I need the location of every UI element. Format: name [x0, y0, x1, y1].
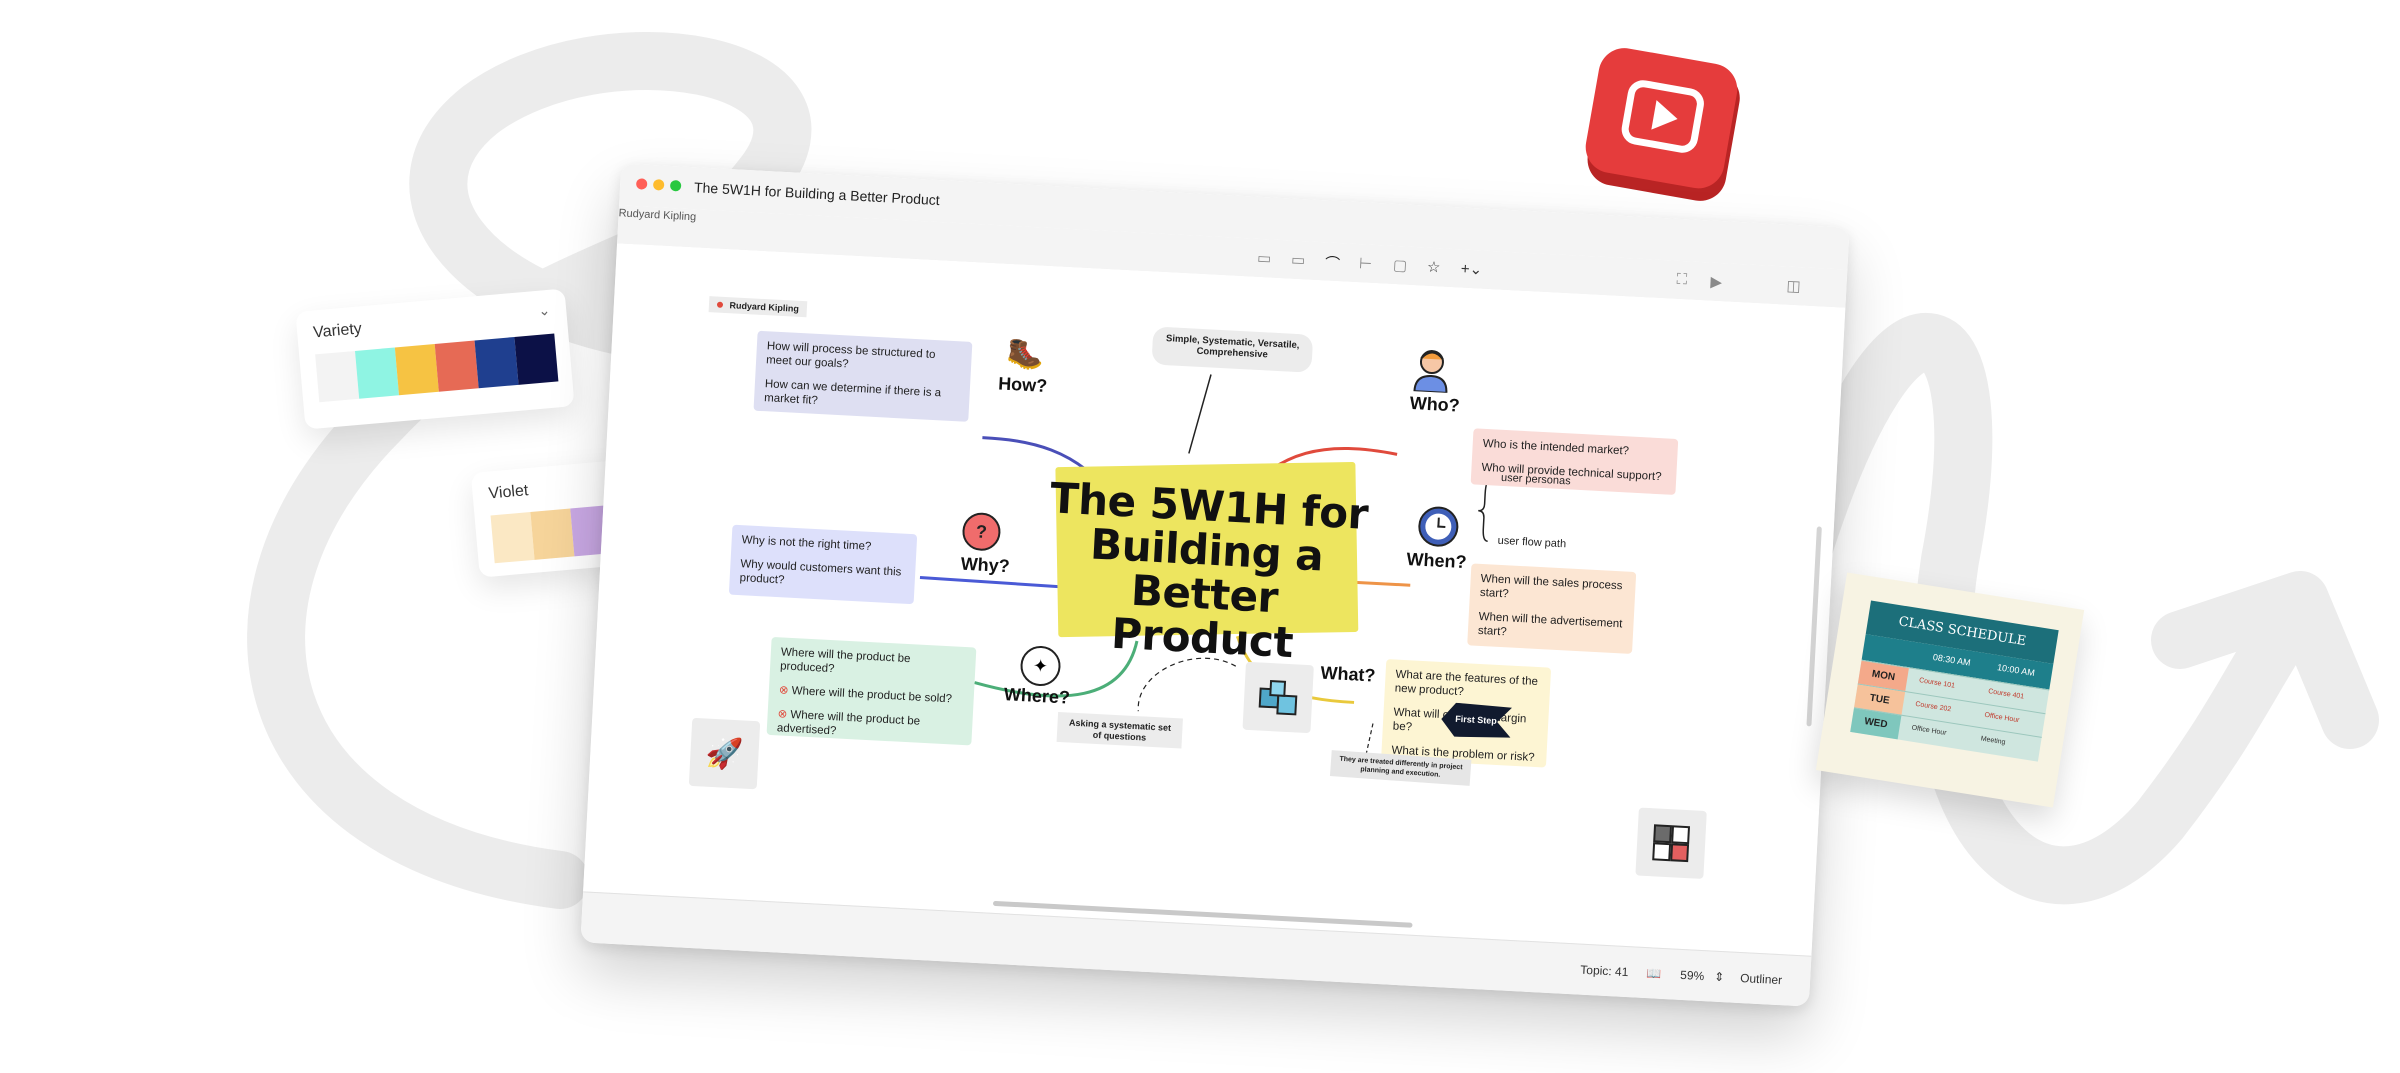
palette-card-variety[interactable]: Variety ⌄: [295, 288, 575, 430]
color-swatch[interactable]: [354, 347, 400, 399]
minimize-window-button[interactable]: [652, 179, 665, 191]
hiker-icon: 🥾: [1005, 336, 1046, 372]
when-question: When will the advertisement start?: [1477, 610, 1623, 639]
color-swatch[interactable]: [474, 336, 519, 389]
schedule-time: 10:00 AM: [1996, 662, 2036, 678]
color-swatch[interactable]: [514, 333, 559, 385]
schedule-cell: Office Hour: [1983, 711, 2020, 725]
subtopic-icon[interactable]: ▭: [1257, 249, 1272, 268]
partial-label: Rudyard Kipling: [618, 207, 697, 224]
color-swatch[interactable]: [490, 511, 535, 564]
color-swatch[interactable]: [530, 508, 575, 560]
cubes-icon[interactable]: [1242, 661, 1314, 734]
why-branch-label[interactable]: Why?: [960, 554, 1010, 578]
where-questions-box[interactable]: Where will the product be produced? ⊗ Wh…: [766, 636, 977, 746]
first-step-text: First Step: [1455, 713, 1498, 726]
panel-icon[interactable]: ◫: [1786, 277, 1801, 296]
schedule-cell: Meeting: [1980, 735, 2006, 747]
where-branch-label[interactable]: Where?: [1003, 684, 1070, 708]
schedule-cell: Office Hour: [1911, 724, 1947, 737]
rocket-icon[interactable]: 🚀: [688, 717, 761, 790]
boundary-icon[interactable]: ▢: [1393, 256, 1408, 275]
zoom-level[interactable]: 59%: [1680, 968, 1705, 983]
central-topic[interactable]: The 5W1H for Building a Better Product: [1036, 473, 1375, 669]
when-questions-box[interactable]: When will the sales process start? When …: [1467, 563, 1637, 654]
chevron-down-icon[interactable]: ⌄: [538, 302, 551, 320]
callout-text: Simple, Systematic, Versatile, Comprehen…: [1165, 333, 1300, 361]
who-question: Who is the intended market?: [1482, 437, 1630, 458]
schedule-day: WED: [1850, 708, 1902, 740]
marker-icon: ⊗: [777, 708, 791, 721]
why-question: Why is not the right time?: [741, 534, 872, 553]
schedule-cell: Course 401: [1987, 688, 2025, 701]
color-swatch[interactable]: [394, 343, 439, 396]
schedule-cell: Course 202: [1914, 700, 1952, 714]
mind-map-canvas[interactable]: The 5W1H for Building a Better Product R…: [583, 243, 1846, 957]
fullscreen-icon[interactable]: ⛶: [1676, 271, 1687, 289]
color-swatch[interactable]: [315, 350, 360, 403]
who-questions-box[interactable]: Who is the intended market? Who will pro…: [1470, 428, 1679, 495]
schedule-time: 08:30 AM: [1932, 651, 1972, 668]
insert-icon[interactable]: +⌄: [1460, 259, 1482, 278]
sticker-icon[interactable]: ☆: [1426, 258, 1440, 277]
stepper-icon[interactable]: ⇕: [1714, 970, 1725, 985]
palette-label: Variety: [312, 320, 363, 342]
who-branch-label[interactable]: Who?: [1409, 393, 1460, 417]
how-question: How will process be structured to meet o…: [765, 340, 936, 371]
color-swatch[interactable]: [434, 340, 479, 392]
how-branch-label[interactable]: How?: [998, 373, 1048, 397]
what-branch-label[interactable]: What?: [1320, 663, 1376, 687]
person-avatar-icon: [1410, 345, 1452, 394]
first-step-diamond[interactable]: First Step: [1440, 702, 1512, 740]
kipling-tag-text: Rudyard Kipling: [729, 300, 800, 314]
how-questions-box[interactable]: How will process be structured to meet o…: [753, 330, 973, 422]
zoom-window-button[interactable]: [669, 179, 682, 192]
pitch-icon[interactable]: ▶: [1710, 273, 1722, 292]
schedule-cell: Course 101: [1918, 677, 1956, 690]
why-questions-box[interactable]: Why is not the right time? Why would cus…: [728, 524, 918, 605]
book-icon[interactable]: 📖: [1646, 966, 1662, 981]
relationship-icon[interactable]: ⌒: [1324, 252, 1341, 274]
summary-icon[interactable]: ⊢: [1359, 254, 1373, 273]
palette-label: Violet: [487, 482, 529, 503]
topic-icon[interactable]: ▭: [1291, 251, 1306, 270]
when-question: When will the sales process start?: [1479, 572, 1623, 601]
where-question: Where will the product be produced?: [779, 646, 911, 676]
youtube-cube-icon: [1580, 42, 1750, 212]
outliner-button[interactable]: Outliner: [1740, 971, 1783, 987]
app-window: The 5W1H for Building a Better Product R…: [580, 163, 1850, 1007]
where-question: ⊗ Where will the product be sold?: [778, 684, 953, 706]
dot-marker-icon: [716, 301, 724, 308]
window-title: The 5W1H for Building a Better Product: [693, 179, 941, 209]
marker-icon: ⊗: [778, 684, 793, 697]
class-schedule-card: CLASS SCHEDULE 08:30 AM 10:00 AM MON Cou…: [1815, 572, 2085, 808]
questions-note-text: Asking a systematic set of questions: [1068, 717, 1172, 743]
close-window-button[interactable]: [635, 178, 648, 190]
puzzle-icon[interactable]: [1635, 807, 1707, 879]
topic-count: Topic: 41: [1580, 962, 1629, 980]
what-note-text: They are treated differently in project …: [1339, 755, 1463, 779]
how-question: How can we determine if there is a marke…: [763, 378, 942, 407]
why-question: Why would customers want this product?: [739, 558, 902, 587]
what-question: What are the features of the new product…: [1394, 668, 1539, 699]
when-branch-label[interactable]: When?: [1406, 549, 1467, 573]
